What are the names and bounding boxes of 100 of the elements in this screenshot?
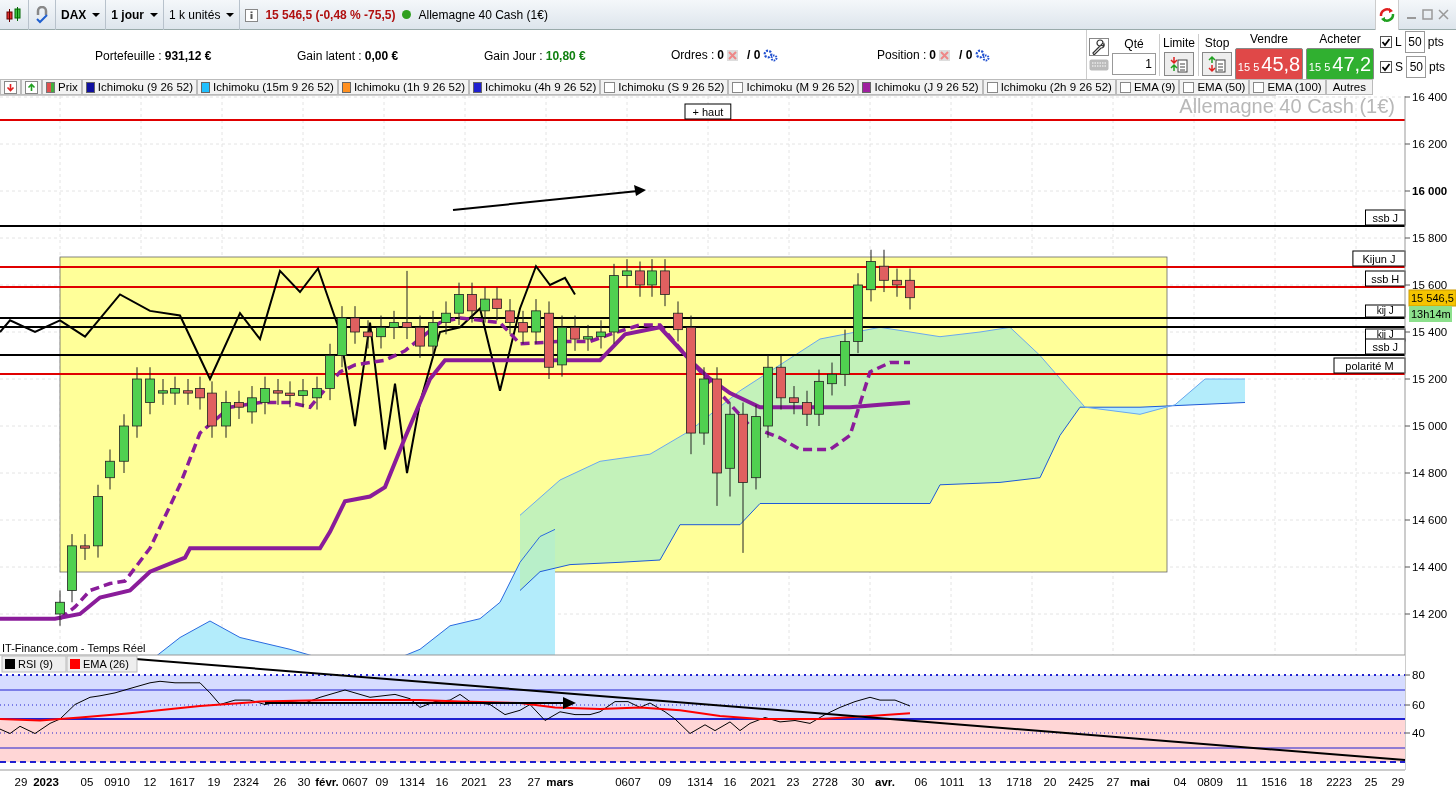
qty-field[interactable]: 1 — [1112, 52, 1156, 75]
summary-value: 0,00 € — [364, 48, 399, 65]
candle — [596, 319, 606, 349]
candle — [337, 305, 347, 368]
indicator-tab[interactable]: Ichimoku (9 26 52) — [81, 79, 198, 95]
wrench-icon[interactable] — [1089, 38, 1109, 56]
date-label: 27 — [1106, 776, 1120, 788]
counter-value: 0 — [929, 47, 937, 64]
indicator-tab[interactable]: Ichimoku (S 9 26 52) — [600, 79, 729, 95]
settings-icon[interactable] — [975, 48, 991, 62]
order-type-label: Limite — [1163, 34, 1195, 52]
sell-button[interactable]: 15 545,8 — [1235, 47, 1303, 80]
indicator-tab[interactable]: Ichimoku (4h 9 26 52) — [469, 79, 601, 95]
summary-label: Gain Jour : — [484, 48, 543, 65]
date-label: 2324 — [233, 776, 259, 788]
counter-value: / 0 — [747, 47, 761, 64]
date-label: avr. — [875, 776, 895, 788]
down-arrow-icon[interactable] — [4, 80, 17, 94]
dropdown[interactable]: 1 jour — [111, 5, 158, 24]
indicator-tab[interactable]: Ichimoku (1h 9 26 52) — [337, 79, 470, 95]
candlestick-icon[interactable] — [5, 5, 23, 24]
indicator-tab[interactable]: Ichimoku (2h 9 26 52) — [982, 79, 1116, 95]
candle — [158, 378, 168, 406]
checkbox[interactable] — [1380, 36, 1392, 48]
price-tag: 15 546,5 — [1408, 289, 1456, 307]
indicator-tab[interactable]: Ichimoku (15m 9 26 52) — [197, 79, 338, 95]
date-label: 27 — [527, 776, 541, 788]
status-icon — [402, 10, 412, 19]
date-label: mars — [546, 776, 574, 788]
more-tab[interactable]: Autres — [1325, 79, 1373, 95]
candle — [350, 305, 360, 345]
date-label: févr. — [315, 776, 339, 788]
date-label: 12 — [143, 776, 157, 788]
axis-label: 16 200 — [1412, 138, 1448, 150]
date-label: 1314 — [399, 776, 425, 788]
date-label: 19 — [207, 776, 221, 788]
date-label: 30 — [297, 776, 311, 788]
summary-value: 931,12 € — [164, 48, 212, 65]
points-field[interactable]: 50 — [1404, 31, 1425, 53]
settings-icon[interactable] — [763, 48, 779, 62]
candle — [905, 268, 915, 310]
order-document-icon[interactable] — [1202, 51, 1232, 76]
candle — [557, 315, 567, 378]
checkbox[interactable] — [1380, 61, 1392, 73]
date-label: 13 — [978, 776, 992, 788]
date-label: 20 — [1043, 776, 1057, 788]
cancel-icon[interactable] — [939, 49, 951, 61]
date-label: 1617 — [169, 776, 195, 788]
candle — [583, 324, 593, 352]
indicator-tab[interactable]: Prix — [42, 79, 82, 95]
date-label: 29 — [1391, 776, 1405, 788]
candle — [119, 413, 129, 474]
axis-label: 80 — [1412, 669, 1425, 681]
indicator-tab[interactable]: EMA (9) — [1115, 79, 1180, 95]
cancel-icon[interactable] — [727, 49, 739, 61]
up-arrow-icon[interactable] — [25, 80, 38, 94]
refresh-icon[interactable] — [1375, 0, 1399, 30]
candle — [879, 249, 889, 293]
candle — [195, 376, 205, 411]
level-label: kij J — [1365, 304, 1406, 318]
summary-value: 10,80 € — [545, 48, 586, 65]
summary-label: Portefeuille : — [95, 48, 162, 65]
candle — [105, 449, 115, 490]
axis-label: 16 000 — [1412, 185, 1448, 197]
counter-label: Position : — [877, 47, 927, 64]
candle — [402, 270, 412, 340]
date-label: 25 — [1364, 776, 1378, 788]
indicator-tab[interactable]: EMA (100) — [1249, 79, 1326, 95]
countdown-tag: 13h14m — [1409, 306, 1452, 322]
candle — [285, 380, 295, 408]
indicator-tab[interactable]: EMA (50) — [1179, 79, 1250, 95]
date-label: 09 — [658, 776, 672, 788]
dropdown[interactable]: 1 k unités — [169, 5, 235, 24]
date-label: 16 — [723, 776, 737, 788]
date-label: 04 — [1173, 776, 1187, 788]
candle — [480, 286, 490, 324]
date-label: 1516 — [1261, 776, 1287, 788]
candle — [80, 533, 90, 561]
date-label: 2728 — [812, 776, 838, 788]
candle — [814, 369, 824, 427]
date-label: 0809 — [1197, 776, 1223, 788]
candle — [647, 258, 657, 298]
indicator-tab[interactable]: Ichimoku (J 9 26 52) — [858, 79, 983, 95]
date-label: 23 — [786, 776, 800, 788]
indicator-tab[interactable]: Ichimoku (M 9 26 52) — [728, 79, 859, 95]
candle — [273, 378, 283, 406]
caret-icon — [150, 12, 158, 17]
candle — [673, 300, 683, 342]
magnet-icon[interactable] — [34, 5, 50, 24]
candle — [260, 376, 270, 415]
dropdown[interactable]: DAX — [61, 5, 101, 24]
date-label: 2425 — [1068, 776, 1094, 788]
points-field[interactable]: 50 — [1406, 56, 1427, 78]
order-document-icon[interactable] — [1164, 51, 1194, 76]
candle — [518, 310, 528, 345]
close-icon[interactable] — [1437, 8, 1450, 21]
source-label: IT-Finance.com - Temps Réel — [2, 642, 146, 654]
candle — [866, 249, 876, 302]
axis-label: 15 800 — [1412, 232, 1448, 244]
counter-label: Ordres : — [671, 47, 715, 64]
